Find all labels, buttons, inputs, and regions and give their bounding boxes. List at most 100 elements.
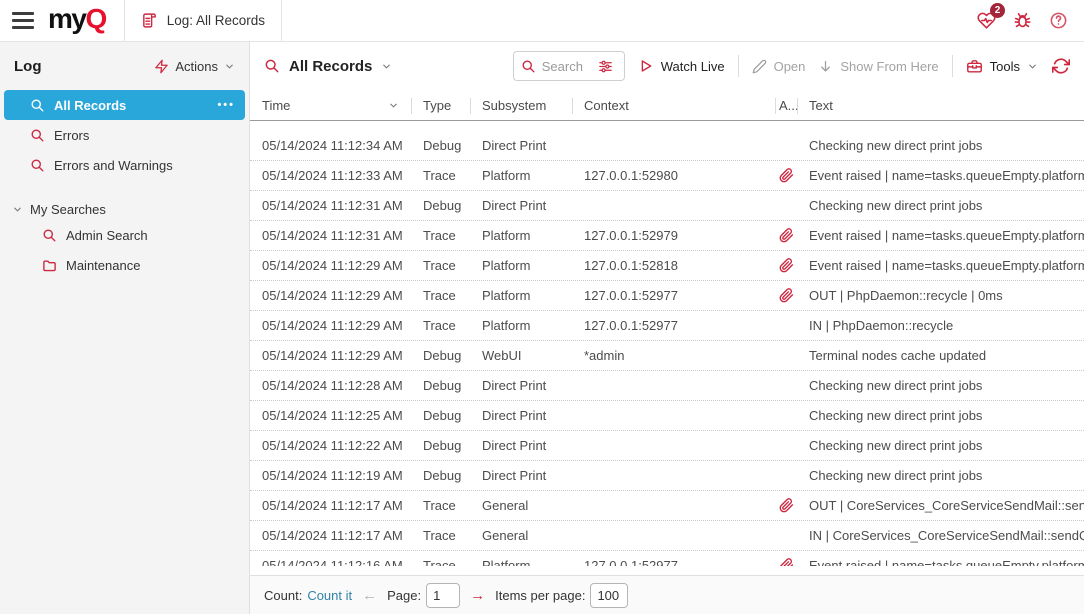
item-options-ellipsis[interactable]: •••	[217, 99, 235, 111]
search-icon	[264, 58, 280, 74]
column-header-subsystem[interactable]: Subsystem	[470, 90, 572, 120]
table-row[interactable]: 05/14/2024 11:12:29 AMTracePlatform127.0…	[250, 251, 1084, 281]
sidebar-item-errors-and-warnings[interactable]: Errors and Warnings	[4, 150, 245, 180]
cell-subsystem: Platform	[470, 228, 572, 243]
paperclip-icon[interactable]	[779, 558, 794, 566]
cell-subsystem: Direct Print	[470, 138, 572, 153]
items-per-page-label: Items per page:	[495, 588, 585, 603]
table-row[interactable]: 05/14/2024 11:12:31 AMDebugDirect PrintC…	[250, 191, 1084, 221]
count-label: Count:	[264, 588, 302, 603]
table-row[interactable]: 05/14/2024 11:12:29 AMTracePlatform127.0…	[250, 281, 1084, 311]
paperclip-icon[interactable]	[779, 258, 794, 273]
cell-type: Trace	[411, 228, 470, 243]
sidebar-item-errors[interactable]: Errors	[4, 120, 245, 150]
chevron-down-icon	[12, 204, 23, 215]
tab-label: Log: All Records	[167, 13, 265, 28]
cell-text: Event raised | name=tasks.queueEmpty.pla…	[797, 168, 1084, 183]
cell-time: 05/14/2024 11:12:17 AM	[250, 498, 411, 513]
cell-type: Debug	[411, 468, 470, 483]
table-row[interactable]: 05/14/2024 11:12:28 AMDebugDirect PrintC…	[250, 371, 1084, 401]
paperclip-icon[interactable]	[779, 168, 794, 183]
actions-button[interactable]: Actions	[154, 59, 235, 74]
paperclip-icon[interactable]	[779, 288, 794, 303]
cell-type: Trace	[411, 168, 470, 183]
cell-text: Checking new direct print jobs	[797, 378, 1084, 393]
divider	[738, 55, 739, 77]
filter-sliders-icon[interactable]	[598, 59, 613, 74]
lightning-bolt-icon	[154, 59, 169, 74]
search-input[interactable]	[542, 59, 592, 74]
count-it-link[interactable]: Count it	[307, 588, 352, 603]
cell-time: 05/14/2024 11:12:16 AM	[250, 558, 411, 566]
cell-type: Debug	[411, 198, 470, 213]
column-header-a[interactable]: A...	[775, 90, 797, 120]
cell-time: 05/14/2024 11:12:34 AM	[250, 138, 411, 153]
log-scroll-icon	[141, 12, 158, 29]
tools-button[interactable]: Tools	[966, 58, 1038, 75]
cell-text: Checking new direct print jobs	[797, 198, 1084, 213]
page-input[interactable]	[426, 583, 460, 608]
sidebar-item-admin-search[interactable]: Admin Search	[4, 220, 245, 250]
column-header-context[interactable]: Context	[572, 90, 775, 120]
open-button[interactable]: Open	[752, 59, 806, 74]
hamburger-menu-icon[interactable]	[0, 0, 42, 41]
cell-type: Trace	[411, 528, 470, 543]
table-row[interactable]: 05/14/2024 11:12:19 AMDebugDirect PrintC…	[250, 461, 1084, 491]
cell-text: OUT | PhpDaemon::recycle | 0ms	[797, 288, 1084, 303]
cell-time: 05/14/2024 11:12:31 AM	[250, 198, 411, 213]
cell-type: Debug	[411, 378, 470, 393]
column-header-time[interactable]: Time	[250, 90, 411, 120]
cell-type: Debug	[411, 408, 470, 423]
cell-subsystem: General	[470, 528, 572, 543]
cell-text: IN | PhpDaemon::recycle	[797, 318, 1084, 333]
tab-log-all-records[interactable]: Log: All Records	[124, 0, 282, 41]
table-row[interactable]: 05/14/2024 11:12:29 AMDebugWebUI*adminTe…	[250, 341, 1084, 371]
pagination-footer: Count: Count it ← Page: → Items per page…	[250, 575, 1084, 614]
refresh-icon[interactable]	[1052, 57, 1070, 75]
show-from-here-button[interactable]: Show From Here	[818, 59, 938, 74]
column-header-type[interactable]: Type	[411, 90, 470, 120]
search-icon	[30, 98, 45, 113]
paperclip-icon[interactable]	[779, 228, 794, 243]
my-searches-toggle[interactable]: My Searches	[0, 198, 249, 220]
cell-subsystem: WebUI	[470, 348, 572, 363]
cell-attachment	[775, 498, 797, 513]
page-title: Log	[14, 58, 42, 75]
cell-text: Checking new direct print jobs	[797, 438, 1084, 453]
help-icon[interactable]	[1049, 11, 1068, 30]
table-row[interactable]: 05/14/2024 11:12:17 AMTraceGeneralOUT | …	[250, 491, 1084, 521]
view-selector[interactable]: All Records	[264, 58, 392, 75]
table-row[interactable]: 05/14/2024 11:12:29 AMTracePlatform127.0…	[250, 311, 1084, 341]
chevron-down-icon	[224, 61, 235, 72]
next-page-arrow-icon[interactable]: →	[470, 587, 485, 604]
column-header-text[interactable]: Text	[797, 90, 1084, 120]
watch-live-button[interactable]: Watch Live	[638, 58, 725, 74]
table-row[interactable]: 05/14/2024 11:12:31 AMTracePlatform127.0…	[250, 221, 1084, 251]
cell-subsystem: Platform	[470, 288, 572, 303]
search-icon	[30, 128, 45, 143]
cell-type: Trace	[411, 318, 470, 333]
toolbox-icon	[966, 58, 983, 75]
items-per-page-input[interactable]	[590, 583, 628, 608]
table-row[interactable]: 05/14/2024 11:12:34 AMDebugDirect PrintC…	[250, 131, 1084, 161]
cell-type: Trace	[411, 558, 470, 566]
cell-attachment	[775, 558, 797, 566]
sidebar-item-all-records[interactable]: All Records•••	[4, 90, 245, 120]
table-row[interactable]: 05/14/2024 11:12:16 AMTracePlatform127.0…	[250, 551, 1084, 566]
bug-icon[interactable]	[1013, 11, 1032, 30]
table-row[interactable]: 05/14/2024 11:12:25 AMDebugDirect PrintC…	[250, 401, 1084, 431]
health-status-button[interactable]: 2	[977, 11, 996, 30]
prev-page-arrow-icon[interactable]: ←	[362, 587, 377, 604]
cell-text: Checking new direct print jobs	[797, 468, 1084, 483]
sidebar-item-maintenance[interactable]: Maintenance	[4, 250, 245, 280]
sidebar-items: All Records•••ErrorsErrors and Warnings	[0, 90, 249, 180]
myq-logo[interactable]: myQ	[42, 0, 124, 41]
my-searches-label: My Searches	[30, 202, 106, 217]
table-row[interactable]: 05/14/2024 11:12:33 AMTracePlatform127.0…	[250, 161, 1084, 191]
cell-type: Trace	[411, 288, 470, 303]
table-row[interactable]: 05/14/2024 11:12:22 AMDebugDirect PrintC…	[250, 431, 1084, 461]
paperclip-icon[interactable]	[779, 498, 794, 513]
chevron-down-icon	[381, 61, 392, 72]
cell-text: Checking new direct print jobs	[797, 408, 1084, 423]
table-row[interactable]: 05/14/2024 11:12:17 AMTraceGeneralIN | C…	[250, 521, 1084, 551]
